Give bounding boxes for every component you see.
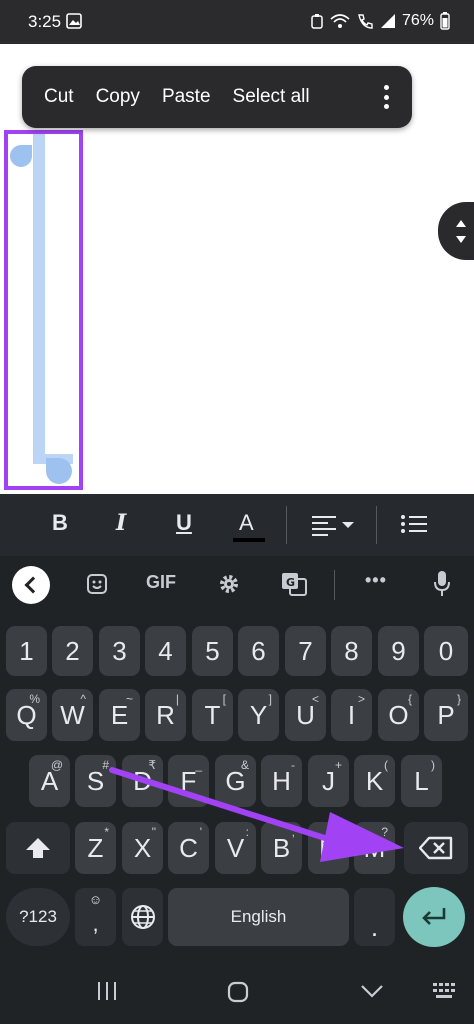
- toolbar-divider: [334, 570, 335, 600]
- key-k[interactable]: K(: [354, 755, 395, 807]
- backspace-icon: [419, 836, 453, 860]
- key-o[interactable]: O{: [378, 689, 419, 741]
- system-navigation-bar: [0, 960, 474, 1024]
- more-vert-icon[interactable]: [384, 85, 390, 109]
- key-a[interactable]: A @: [29, 755, 70, 807]
- svg-text:G: G: [286, 576, 295, 589]
- key-e[interactable]: E ~: [99, 689, 140, 741]
- key-m[interactable]: M?: [354, 822, 395, 874]
- key-2[interactable]: 2: [52, 626, 93, 676]
- text-context-menu: Cut Copy Paste Select all: [22, 66, 412, 128]
- home-icon[interactable]: [226, 980, 250, 1004]
- battery-icon: [440, 12, 450, 30]
- shift-key[interactable]: [6, 822, 70, 874]
- selection-highlight-annotation: [4, 130, 83, 490]
- microphone-icon[interactable]: [432, 570, 452, 598]
- menu-select-all[interactable]: Select all: [222, 66, 321, 128]
- backspace-key[interactable]: [404, 822, 468, 874]
- gallery-notification-icon: [66, 13, 82, 29]
- bold-button[interactable]: B: [52, 510, 68, 536]
- key-z[interactable]: Z *: [75, 822, 116, 874]
- key-c[interactable]: C ': [168, 822, 209, 874]
- status-bar: 3:25 76%: [0, 0, 474, 44]
- menu-paste[interactable]: Paste: [151, 66, 222, 128]
- text-color-swatch: [233, 538, 265, 542]
- underline-button[interactable]: U: [176, 510, 192, 536]
- globe-icon: [130, 905, 155, 929]
- status-time: 3:25: [28, 12, 62, 31]
- key-p[interactable]: P}: [424, 689, 468, 741]
- key-d[interactable]: D ₹: [122, 755, 163, 807]
- menu-cut[interactable]: Cut: [22, 66, 85, 128]
- sync-icon: [311, 14, 323, 29]
- key-t[interactable]: T[: [192, 689, 233, 741]
- keyboard-toolbar: GIF G •••: [0, 556, 474, 614]
- recent-apps-icon[interactable]: [95, 980, 119, 1002]
- symbols-key[interactable]: ?123: [6, 888, 70, 946]
- keyboard-back-icon[interactable]: [12, 566, 50, 604]
- wifi-call-icon: [358, 14, 373, 29]
- signal-icon: [380, 14, 395, 28]
- align-left-icon[interactable]: [312, 512, 336, 540]
- key-w[interactable]: W ^: [52, 689, 93, 741]
- key-y[interactable]: Y]: [238, 689, 279, 741]
- key-0[interactable]: 0: [424, 626, 468, 676]
- key-i[interactable]: I >: [331, 689, 372, 741]
- key-n[interactable]: N!: [308, 822, 349, 874]
- enter-icon: [422, 908, 446, 925]
- key-f[interactable]: F _: [168, 755, 209, 807]
- gif-button[interactable]: GIF: [146, 572, 176, 593]
- more-options-button[interactable]: •••: [365, 570, 387, 591]
- key-6[interactable]: 6: [238, 626, 279, 676]
- period-key[interactable]: .: [354, 888, 395, 946]
- toolbar-divider: [286, 506, 287, 544]
- key-q[interactable]: Q%: [6, 689, 47, 741]
- key-3[interactable]: 3: [99, 626, 140, 676]
- key-x[interactable]: X ": [122, 822, 163, 874]
- wifi-icon: [330, 14, 350, 28]
- toolbar-divider: [376, 506, 377, 544]
- text-color-button[interactable]: A: [239, 510, 254, 536]
- enter-key[interactable]: [403, 887, 465, 947]
- scroll-up-icon: [456, 220, 466, 227]
- key-5[interactable]: 5: [192, 626, 233, 676]
- gear-icon[interactable]: [217, 572, 241, 596]
- key-b[interactable]: B;: [261, 822, 302, 874]
- space-key[interactable]: English: [168, 888, 349, 946]
- keyboard-switch-icon[interactable]: [432, 982, 460, 1002]
- status-right-icons: 76%: [310, 12, 450, 30]
- italic-button[interactable]: I: [116, 510, 126, 536]
- key-r[interactable]: R |: [145, 689, 186, 741]
- battery-level: 76%: [401, 12, 434, 29]
- chevron-down-icon: [342, 522, 354, 528]
- key-j[interactable]: J +: [308, 755, 349, 807]
- comma-key[interactable]: ☺ ,: [75, 888, 116, 946]
- on-screen-keyboard: GIF G ••• 1 2 3 4 5 6 7 8 9 0 Q% W ^ E ~ R…: [0, 556, 474, 1024]
- key-l[interactable]: L): [401, 755, 442, 807]
- key-u[interactable]: U <: [285, 689, 326, 741]
- key-v[interactable]: V:: [215, 822, 256, 874]
- bulleted-list-icon[interactable]: [401, 512, 427, 536]
- emoji-icon: ☺: [88, 892, 103, 907]
- key-8[interactable]: 8: [331, 626, 372, 676]
- key-9[interactable]: 9: [378, 626, 419, 676]
- key-g[interactable]: G &: [215, 755, 256, 807]
- shift-icon: [26, 838, 50, 858]
- key-4[interactable]: 4: [145, 626, 186, 676]
- scroll-down-icon: [456, 236, 466, 243]
- key-7[interactable]: 7: [285, 626, 326, 676]
- formatting-toolbar: B I U A: [0, 494, 474, 556]
- sticker-icon[interactable]: [86, 573, 108, 595]
- key-h[interactable]: H-: [261, 755, 302, 807]
- translate-icon[interactable]: G: [281, 572, 307, 596]
- key-s[interactable]: S #: [75, 755, 116, 807]
- menu-copy[interactable]: Copy: [85, 66, 151, 128]
- hide-keyboard-icon[interactable]: [360, 984, 384, 998]
- language-key[interactable]: [122, 888, 163, 946]
- key-1[interactable]: 1: [6, 626, 47, 676]
